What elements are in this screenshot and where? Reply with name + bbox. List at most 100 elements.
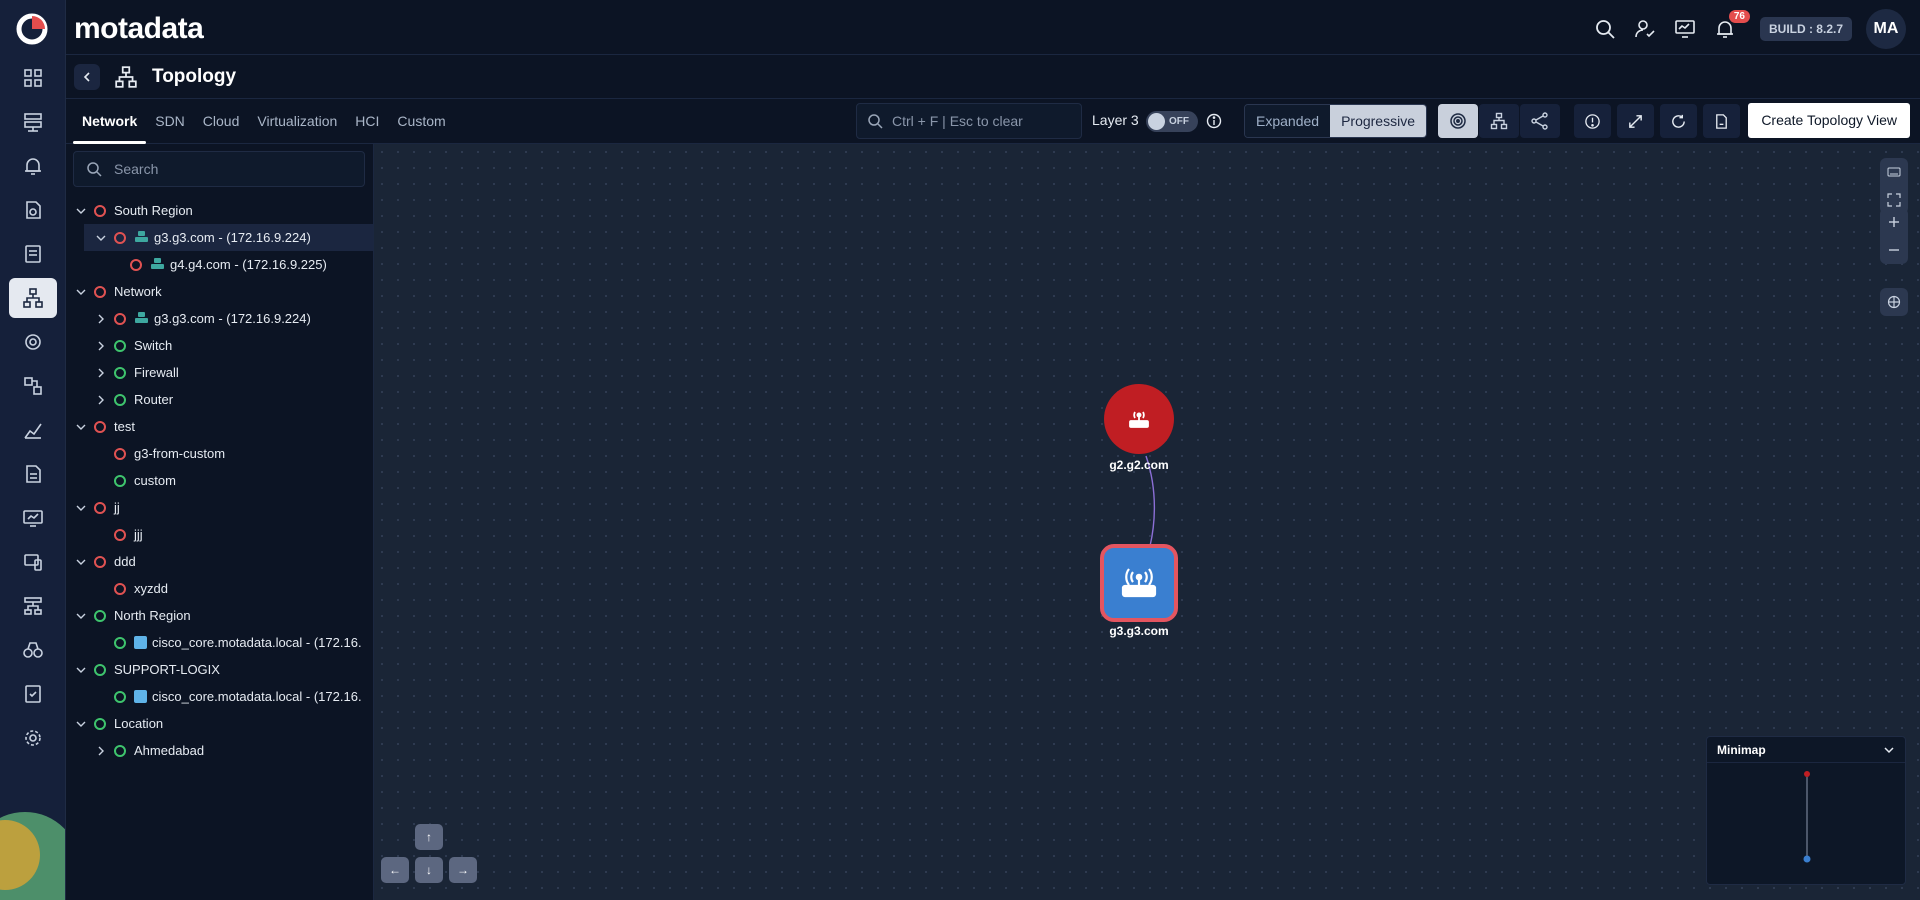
nav-topology-icon[interactable] [9,278,57,318]
chevron-down-icon[interactable] [1883,744,1895,756]
tab-network[interactable]: Network [73,99,147,144]
tree-item[interactable]: g4.g4.com - (172.16.9.225) [66,251,373,278]
chevron-down-icon[interactable] [74,663,88,677]
help-icon[interactable] [1574,104,1611,138]
info-icon[interactable] [1206,113,1222,129]
nav-network-flow-icon[interactable] [9,322,57,362]
minimap-title: Minimap [1717,742,1766,757]
fullscreen-icon[interactable] [1617,104,1654,138]
mode-progressive-button[interactable]: Progressive [1330,105,1426,137]
chevron-right-icon[interactable] [94,366,108,380]
chevron-down-icon[interactable] [74,420,88,434]
chevron-down-icon[interactable] [74,501,88,515]
notification-bell-icon[interactable]: 76 [1712,10,1750,42]
brand-name: motadata [74,12,204,45]
zoom-in-icon[interactable] [1880,208,1908,236]
tree-item[interactable]: Router [66,386,373,413]
nav-compliance-icon[interactable] [9,674,57,714]
nav-flow-icon[interactable] [9,586,57,626]
nav-log-icon[interactable] [9,454,57,494]
tree-item[interactable]: SUPPORT-LOGIX [66,656,373,683]
status-down-icon [114,528,126,541]
pan-right-button[interactable]: → [449,857,477,883]
chevron-down-icon[interactable] [74,555,88,569]
tree-item[interactable]: g3-from-custom [66,440,373,467]
tree-item[interactable]: custom [66,467,373,494]
topology-node-g3[interactable] [1100,544,1178,622]
chevron-right-icon[interactable] [94,312,108,326]
nav-observe-icon[interactable] [9,630,57,670]
nav-reports-icon[interactable] [9,234,57,274]
chevron-down-icon[interactable] [74,285,88,299]
tree-item[interactable]: cisco_core.motadata.local - (172.16. [66,629,373,656]
monitor-icon[interactable] [1672,16,1698,42]
tree-item[interactable]: g3.g3.com - (172.16.9.224) [66,305,373,332]
avatar[interactable]: MA [1866,9,1906,49]
tree-item[interactable]: xyzdd [66,575,373,602]
tree-item-label: ddd [114,554,136,569]
refresh-icon[interactable] [1660,104,1697,138]
tree-item[interactable]: Ahmedabad [66,737,373,764]
topology-search-input[interactable] [892,113,1062,129]
chevron-down-icon[interactable] [74,609,88,623]
chevron-right-icon[interactable] [94,744,108,758]
motadata-logo-icon[interactable] [15,12,49,46]
tab-custom[interactable]: Custom [388,99,454,144]
tab-cloud[interactable]: Cloud [194,99,249,144]
radial-layout-icon[interactable] [1438,104,1478,138]
nav-settings-icon[interactable] [9,718,57,758]
zoom-out-icon[interactable] [1880,236,1908,264]
search-icon[interactable] [1592,16,1618,42]
chevron-right-icon[interactable] [94,393,108,407]
tree-item-label: North Region [114,608,191,623]
mesh-layout-icon[interactable] [1520,104,1560,138]
tree-item-label: g3.g3.com - (172.16.9.224) [154,230,311,245]
nav-inventory-icon[interactable] [9,102,57,142]
back-button[interactable] [74,64,100,90]
tree-item[interactable]: g3.g3.com - (172.16.9.224) [84,224,373,251]
nav-devices-icon[interactable] [9,542,57,582]
nav-apm-icon[interactable] [9,190,57,230]
hierarchy-layout-icon[interactable] [1479,104,1519,138]
pan-down-button[interactable]: ↓ [415,857,443,883]
tree-item[interactable]: South Region [66,197,373,224]
nav-monitor-icon[interactable] [9,498,57,538]
tree-search-input[interactable] [114,161,284,177]
tree-item[interactable]: Network [66,278,373,305]
pan-left-button[interactable]: ← [381,857,409,883]
mode-expanded-button[interactable]: Expanded [1245,105,1331,137]
user-check-icon[interactable] [1632,16,1658,42]
create-topology-view-button[interactable]: Create Topology View [1748,103,1910,138]
minimap[interactable]: Minimap [1706,736,1906,885]
nav-dashboard-icon[interactable] [9,58,57,98]
tree-item[interactable]: cisco_core.motadata.local - (172.16. [66,683,373,710]
center-view-icon[interactable] [1880,288,1908,316]
chevron-down-icon[interactable] [94,231,108,245]
tab-virtualization[interactable]: Virtualization [248,99,346,144]
chevron-down-icon[interactable] [74,717,88,731]
tree-item[interactable]: Location [66,710,373,737]
tree-item[interactable]: ddd [66,548,373,575]
tab-sdn[interactable]: SDN [146,99,194,144]
chevron-down-icon[interactable] [74,204,88,218]
layer3-toggle[interactable]: OFF [1146,111,1198,132]
status-down-icon [114,582,126,595]
keyboard-icon[interactable] [1880,158,1908,186]
tree-item[interactable]: jj [66,494,373,521]
nav-metrics-icon[interactable] [9,410,57,450]
tree-item[interactable]: Firewall [66,359,373,386]
topology-node-g2[interactable] [1104,384,1174,454]
tab-hci[interactable]: HCI [346,99,388,144]
export-pdf-icon[interactable] [1703,104,1740,138]
nav-alerts-icon[interactable] [9,146,57,186]
tree-item[interactable]: North Region [66,602,373,629]
tree-item[interactable]: Switch [66,332,373,359]
pan-up-button[interactable]: ↑ [415,824,443,850]
tree-item[interactable]: jjj [66,521,373,548]
tree-item[interactable]: test [66,413,373,440]
status-down-icon [94,285,106,298]
nav-config-icon[interactable] [9,366,57,406]
topology-canvas[interactable]: g2.g2.com g3.g3.com ↑ ← ↓ → Minimap [374,144,1920,900]
chevron-right-icon[interactable] [94,339,108,353]
